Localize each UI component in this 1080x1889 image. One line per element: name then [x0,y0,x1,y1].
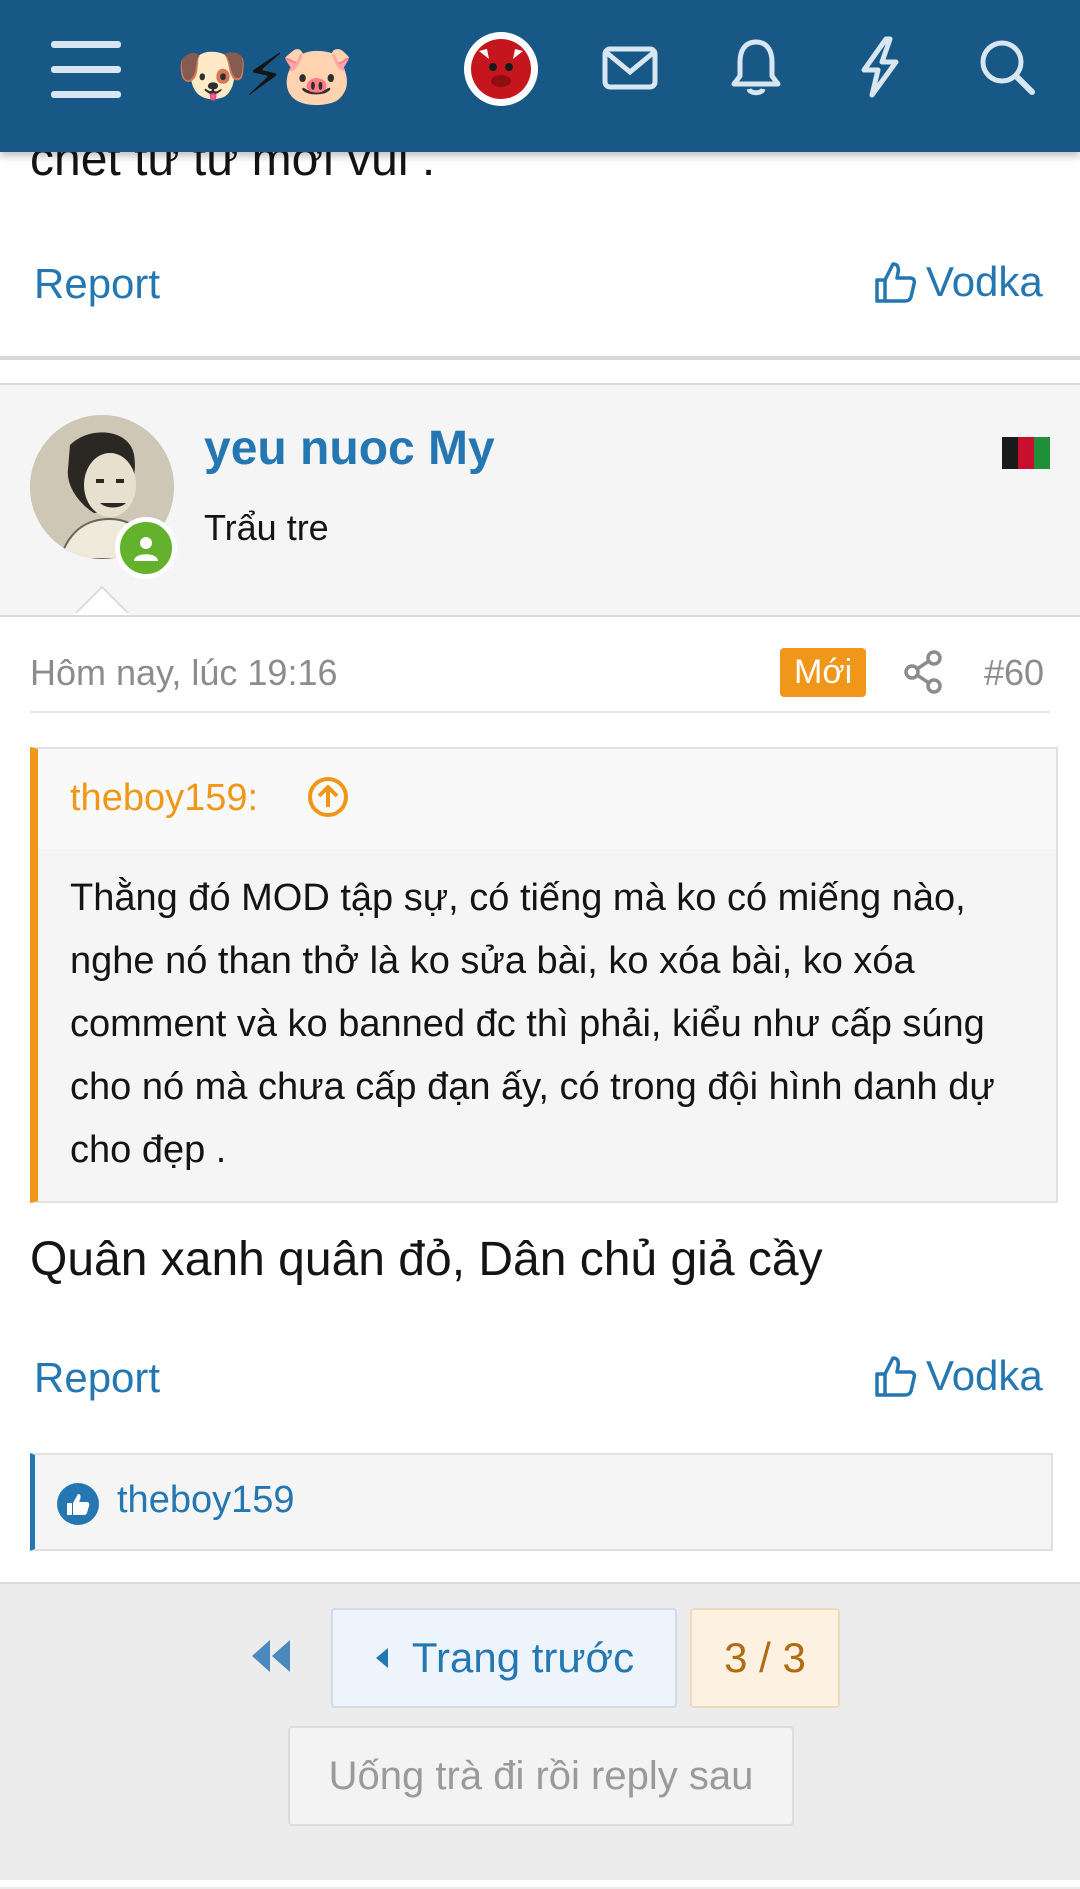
meta-divider [30,711,1050,713]
report-link[interactable]: Report [34,1354,160,1402]
online-status-icon [115,517,177,579]
share-icon[interactable] [903,650,943,699]
page-indicator[interactable]: 3 / 3 [690,1608,840,1708]
mail-icon[interactable] [600,38,660,98]
user-title: Trẩu tre [204,507,329,548]
avatar[interactable] [464,32,538,106]
first-page-icon[interactable] [248,1636,294,1681]
post-date[interactable]: Hôm nay, lúc 19:16 [30,652,338,694]
post-meta: Hôm nay, lúc 19:16 Mới #60 [30,648,1050,698]
pagination-area: Trang trước 3 / 3 Uống trà đi rồi reply … [0,1582,1080,1889]
lightning-icon[interactable] [852,34,908,100]
reaction-button[interactable]: Vodka [874,1352,1043,1400]
like-icon [57,1483,99,1525]
bell-icon[interactable] [726,36,786,100]
reactions-bar[interactable]: theboy159 [30,1453,1053,1551]
post-body-text: Quân xanh quân đỏ, Dân chủ giả cầy [30,1233,823,1286]
go-to-quote-icon[interactable] [306,775,350,824]
post-user-header: yeu nuoc My Trẩu tre [0,383,1080,617]
menu-icon[interactable] [50,36,122,102]
quote-header: theboy159: [38,749,1056,849]
post-separator [0,356,1080,360]
reaction-label: Vodka [926,258,1043,305]
reaction-button[interactable]: Vodka [874,258,1043,306]
report-link[interactable]: Report [34,260,160,308]
flag-icon [1002,437,1050,469]
chevron-left-icon [375,1648,388,1668]
previous-page-button[interactable]: Trang trước [331,1608,677,1708]
top-navigation-bar: 🐶⚡🐷 [0,0,1080,152]
quote-block: theboy159: Thằng đó MOD tập sự, có tiếng… [30,747,1058,1203]
post-number[interactable]: #60 [984,652,1044,694]
thumbs-up-icon [875,1356,916,1397]
reaction-label: Vodka [926,1352,1043,1399]
search-icon[interactable] [976,36,1038,98]
new-badge: Mới [780,648,867,697]
username-link[interactable]: yeu nuoc My [204,421,495,476]
bottom-edge [0,1880,1080,1887]
site-logo[interactable]: 🐶⚡🐷 [176,40,353,110]
quote-text: Thằng đó MOD tập sự, có tiếng mà ko có m… [70,877,995,1171]
pointer-arrow [74,585,130,615]
reacted-user-link[interactable]: theboy159 [117,1479,295,1522]
reply-button[interactable]: Uống trà đi rồi reply sau [288,1726,794,1826]
previous-page-label: Trang trước [411,1634,635,1681]
thumbs-up-icon [875,262,916,303]
quote-author-link[interactable]: theboy159: [70,777,258,820]
